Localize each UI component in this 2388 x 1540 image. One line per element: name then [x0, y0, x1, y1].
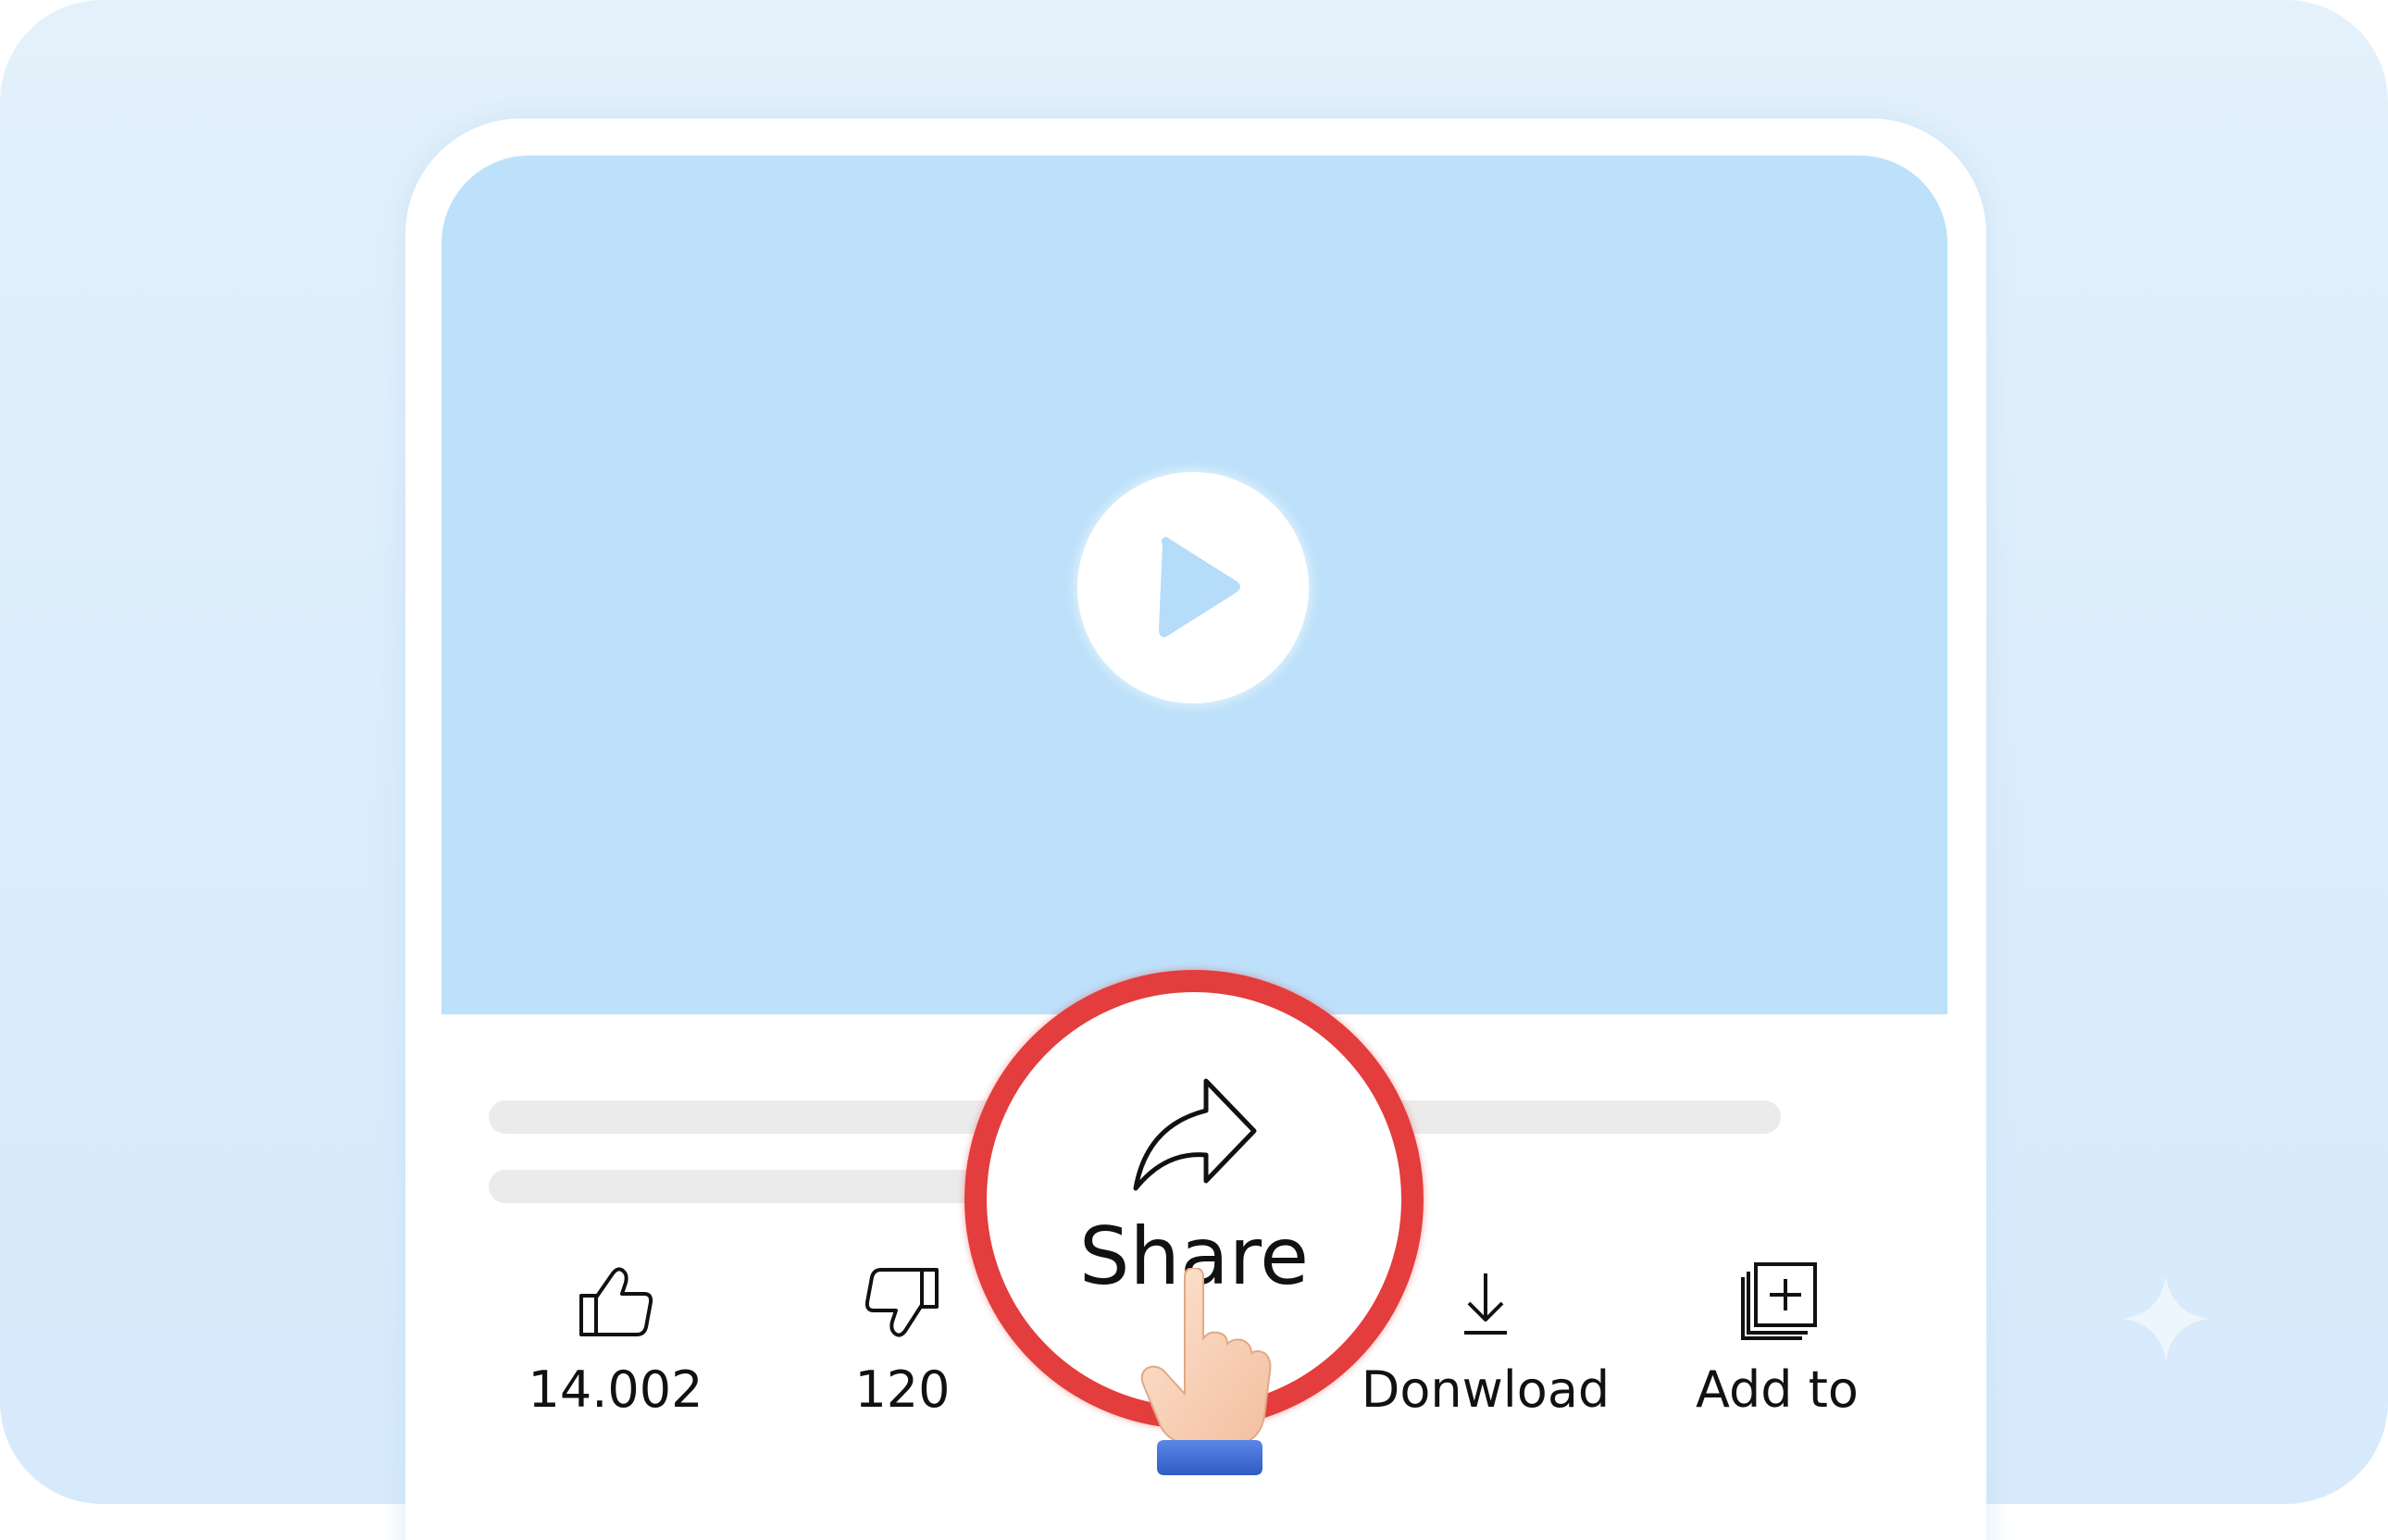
- add-to-label: Add to: [1696, 1360, 1859, 1419]
- pointing-hand-icon: [1140, 1268, 1272, 1475]
- dislike-button[interactable]: 120: [815, 1261, 990, 1418]
- add-to-button[interactable]: Add to: [1675, 1261, 1879, 1418]
- play-icon: [1159, 537, 1240, 638]
- like-count: 14.002: [528, 1360, 703, 1419]
- like-button[interactable]: 14.002: [518, 1261, 713, 1418]
- thumbs-up-icon: [579, 1267, 653, 1336]
- download-label: Donwload: [1361, 1360, 1611, 1419]
- add-to-playlist-icon: [1741, 1262, 1817, 1340]
- thumbs-down-icon: [864, 1268, 939, 1337]
- download-icon: [1464, 1273, 1507, 1335]
- play-button[interactable]: [1077, 472, 1309, 703]
- stage: 14.002 120 Donwload Add to Share: [0, 0, 2388, 1540]
- subtitle-placeholder-line: [489, 1170, 989, 1203]
- share-arrow-icon: [1133, 1078, 1257, 1191]
- dislike-count: 120: [854, 1360, 951, 1419]
- sparkle-icon: [2123, 1276, 2208, 1361]
